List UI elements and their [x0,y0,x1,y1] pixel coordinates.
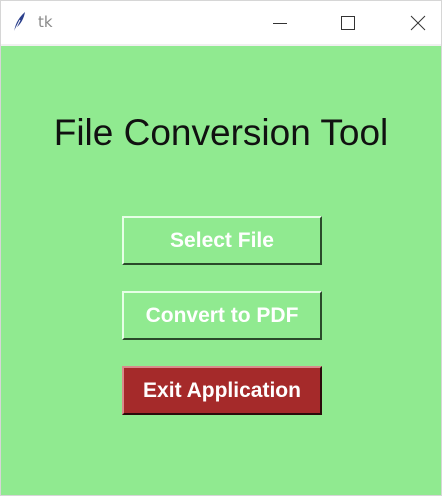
close-button[interactable] [395,1,441,44]
app-content: File Conversion Tool Select File Convert… [1,46,441,495]
convert-to-pdf-button[interactable]: Convert to PDF [122,291,322,340]
exit-application-button[interactable]: Exit Application [122,366,322,415]
app-title: File Conversion Tool [53,112,389,153]
maximize-button[interactable] [325,1,371,44]
maximize-icon [341,15,355,30]
tk-feather-icon [11,11,27,33]
minimize-button[interactable] [257,1,303,44]
minimize-icon [273,22,287,24]
window-title: tk [38,13,53,31]
select-file-button[interactable]: Select File [122,216,322,265]
close-icon [410,15,426,30]
title-bar[interactable]: tk [1,1,441,44]
app-window: tk File Conversion Tool Select File Conv… [0,0,442,496]
